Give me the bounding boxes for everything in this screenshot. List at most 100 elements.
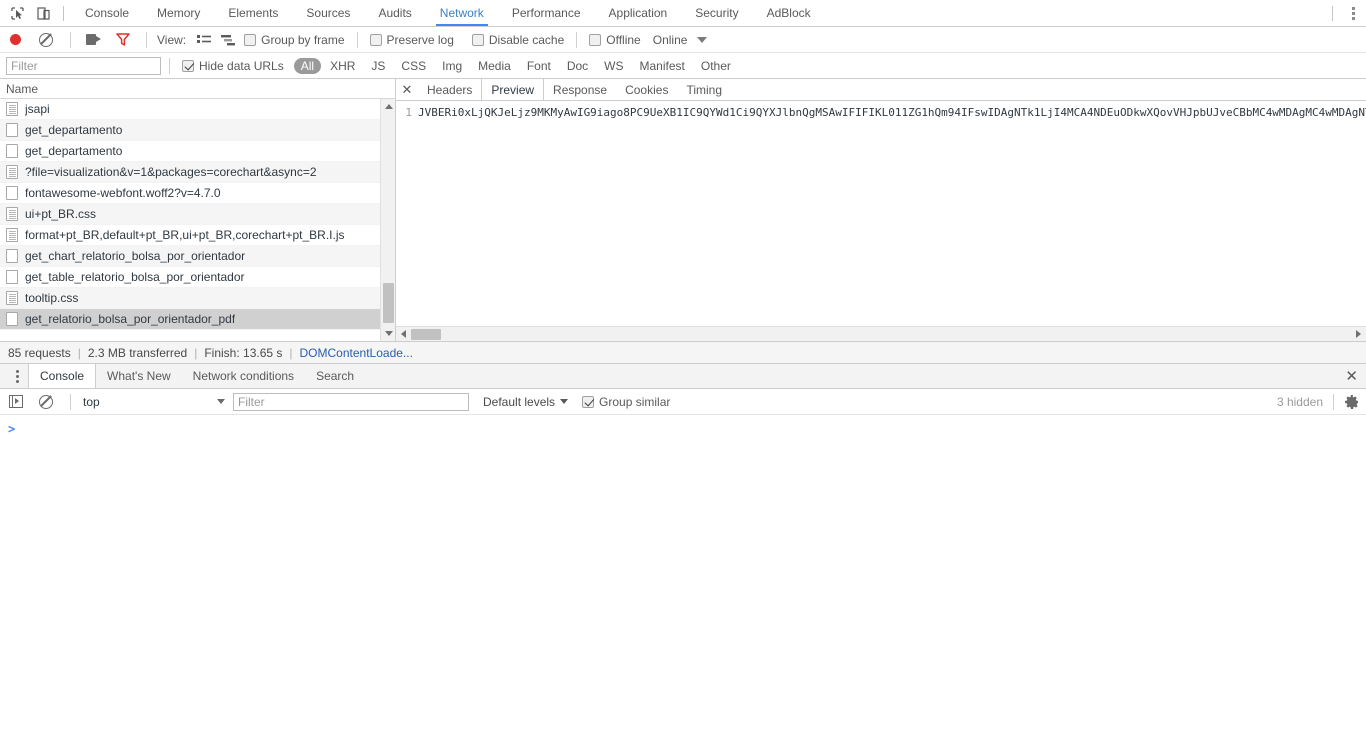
- toolbar-divider: [70, 393, 71, 410]
- type-filter-manifest[interactable]: Manifest: [633, 58, 692, 74]
- scroll-down-arrow-icon[interactable]: [381, 326, 395, 341]
- log-levels-dropdown[interactable]: Default levels: [483, 395, 569, 409]
- tab-application[interactable]: Application: [595, 0, 682, 26]
- kebab-menu-icon[interactable]: [1340, 0, 1366, 26]
- type-filter-js[interactable]: JS: [364, 58, 392, 74]
- type-filter-ws[interactable]: WS: [597, 58, 630, 74]
- type-filter-xhr[interactable]: XHR: [323, 58, 362, 74]
- scroll-left-arrow-icon[interactable]: [396, 327, 411, 342]
- toolbar-divider: [1333, 393, 1334, 410]
- detail-tab-cookies[interactable]: Cookies: [616, 79, 677, 100]
- table-row[interactable]: fontawesome-webfont.woff2?v=4.7.0: [0, 183, 395, 204]
- record-button-icon[interactable]: [10, 34, 21, 45]
- detail-tab-response[interactable]: Response: [544, 79, 616, 100]
- scrollbar-thumb[interactable]: [411, 328, 441, 340]
- tabbar-right-controls: [1325, 0, 1366, 26]
- type-filter-media[interactable]: Media: [471, 58, 518, 74]
- camera-filmstrip-icon[interactable]: [86, 34, 101, 45]
- tab-audits[interactable]: Audits: [364, 0, 425, 26]
- request-list-scrollbar[interactable]: [380, 99, 395, 341]
- column-header-name[interactable]: Name: [6, 82, 38, 96]
- blank-file-icon: [6, 186, 18, 200]
- console-input[interactable]: [15, 422, 1366, 436]
- table-row[interactable]: get_chart_relatorio_bolsa_por_orientador: [0, 246, 395, 267]
- type-filter-all[interactable]: All: [293, 57, 322, 74]
- execution-context-select[interactable]: top: [83, 395, 233, 409]
- clear-icon[interactable]: [39, 32, 53, 47]
- preview-horizontal-scrollbar[interactable]: [396, 326, 1366, 341]
- request-list-header: Name: [0, 79, 395, 99]
- console-toolbar-right: 3 hidden: [1277, 389, 1366, 414]
- preserve-log-checkbox[interactable]: Preserve log: [369, 33, 454, 47]
- drawer-tab-network-conditions[interactable]: Network conditions: [182, 364, 305, 388]
- type-filter-other[interactable]: Other: [694, 58, 738, 74]
- filter-funnel-icon[interactable]: [116, 33, 130, 46]
- table-row[interactable]: get_table_relatorio_bolsa_por_orientador: [0, 267, 395, 288]
- scrollbar-thumb[interactable]: [383, 283, 394, 323]
- tab-label: Network: [439, 6, 484, 20]
- close-icon[interactable]: ✕: [396, 79, 418, 100]
- blank-file-icon: [6, 249, 18, 263]
- inspect-cursor-icon[interactable]: [4, 1, 30, 25]
- table-row[interactable]: tooltip.css: [0, 288, 395, 309]
- dom-content-loaded[interactable]: DOMContentLoade...: [300, 346, 413, 360]
- device-toolbar-icon[interactable]: [30, 1, 56, 25]
- transferred-size: 2.3 MB transferred: [87, 345, 188, 360]
- table-row[interactable]: get_departamento: [0, 141, 395, 162]
- drawer-tab-whats-new[interactable]: What's New: [96, 364, 182, 388]
- console-prompt-row[interactable]: >: [0, 415, 1366, 436]
- filter-input[interactable]: [6, 56, 161, 75]
- tab-adblock[interactable]: AdBlock: [753, 0, 825, 26]
- clear-console-icon[interactable]: [39, 394, 53, 409]
- table-row[interactable]: ui+pt_BR.css: [0, 204, 395, 225]
- waterfall-view-icon[interactable]: [221, 34, 236, 46]
- type-filter-img[interactable]: Img: [435, 58, 469, 74]
- group-similar-checkbox[interactable]: Group similar: [582, 395, 670, 409]
- tab-security[interactable]: Security: [681, 0, 752, 26]
- detail-tab-timing[interactable]: Timing: [677, 79, 731, 100]
- toolbar-divider: [576, 31, 578, 48]
- detail-tab-headers[interactable]: Headers: [418, 79, 481, 100]
- hide-data-urls-checkbox[interactable]: Hide data URLs: [182, 59, 284, 73]
- response-body-text[interactable]: JVBERi0xLjQKJeLjz9MKMyAwIG9iago8PC9UeXB1…: [418, 105, 1366, 120]
- throttling-value[interactable]: Online: [653, 33, 688, 47]
- type-filter-doc[interactable]: Doc: [560, 58, 595, 74]
- kebab-menu-icon[interactable]: [6, 364, 28, 388]
- console-output-area: >: [0, 415, 1366, 436]
- table-row[interactable]: ?file=visualization&v=1&packages=corecha…: [0, 162, 395, 183]
- table-row[interactable]: get_relatorio_bolsa_por_orientador_pdf: [0, 309, 395, 330]
- tab-sources[interactable]: Sources: [292, 0, 364, 26]
- tab-label: Security: [695, 6, 739, 20]
- tab-network[interactable]: Network: [426, 0, 498, 26]
- code-line: 1 JVBERi0xLjQKJeLjz9MKMyAwIG9iago8PC9UeX…: [396, 101, 1366, 120]
- checkbox-box: [182, 59, 194, 72]
- table-row[interactable]: get_departamento: [0, 120, 395, 141]
- close-icon[interactable]: ✕: [1345, 364, 1358, 388]
- tab-memory[interactable]: Memory: [143, 0, 214, 26]
- detail-tabbar: ✕ Headers Preview Response Cookies Timin…: [396, 79, 1366, 101]
- request-name: jsapi: [25, 102, 50, 116]
- detail-tab-preview[interactable]: Preview: [481, 79, 545, 100]
- disable-cache-checkbox[interactable]: Disable cache: [471, 33, 564, 47]
- drawer-tab-search[interactable]: Search: [305, 364, 365, 388]
- list-view-icon[interactable]: [197, 34, 212, 46]
- tab-console[interactable]: Console: [71, 0, 143, 26]
- execution-context-value: top: [83, 394, 100, 409]
- tab-elements[interactable]: Elements: [214, 0, 292, 26]
- offline-checkbox[interactable]: Offline: [589, 33, 641, 47]
- toolbar-divider: [1332, 5, 1333, 21]
- execution-context-icon[interactable]: [9, 395, 23, 408]
- scroll-up-arrow-icon[interactable]: [381, 99, 395, 114]
- console-filter-input[interactable]: [233, 392, 469, 411]
- chevron-down-icon[interactable]: [697, 36, 708, 43]
- tab-performance[interactable]: Performance: [498, 0, 595, 26]
- table-row[interactable]: jsapi: [0, 99, 395, 120]
- summary-separator: |: [289, 345, 293, 360]
- drawer-tab-console[interactable]: Console: [28, 364, 97, 388]
- type-filter-font[interactable]: Font: [520, 58, 558, 74]
- type-filter-css[interactable]: CSS: [394, 58, 433, 74]
- gear-icon[interactable]: [1344, 394, 1360, 410]
- table-row[interactable]: format+pt_BR,default+pt_BR,ui+pt_BR,core…: [0, 225, 395, 246]
- scroll-right-arrow-icon[interactable]: [1351, 327, 1366, 342]
- group-by-frame-checkbox[interactable]: Group by frame: [244, 33, 345, 47]
